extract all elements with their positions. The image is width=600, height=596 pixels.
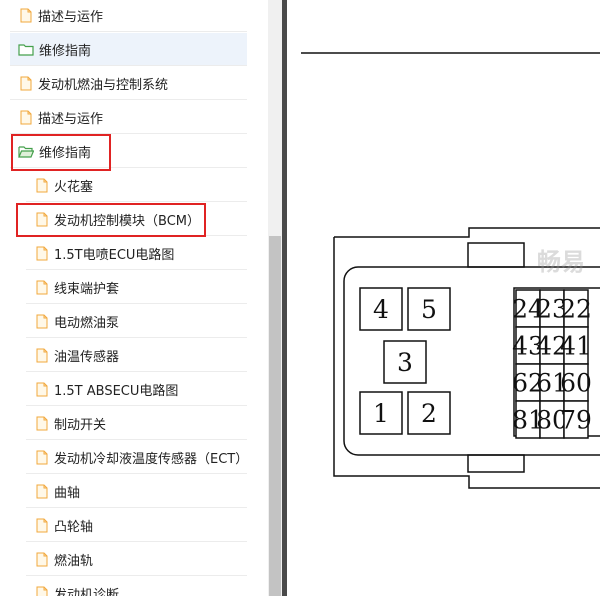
scrollbar-thumb[interactable] xyxy=(269,236,281,596)
pin-grid: 242322434241626160818079 xyxy=(512,289,592,439)
highlight-box-maintenance-guide xyxy=(11,134,111,171)
highlight-box-bcm xyxy=(16,203,206,237)
tree-item-label: 发动机冷却液温度传感器（ECT） xyxy=(54,451,249,467)
tree-item-label: 油温传感器 xyxy=(54,349,120,365)
tree-item[interactable]: 制动开关 xyxy=(26,407,247,440)
tree-item-label: 发动机诊断 xyxy=(54,587,120,596)
file-icon xyxy=(36,280,48,294)
tree-item-label: 火花塞 xyxy=(54,179,94,195)
file-icon xyxy=(36,450,48,464)
tree-item-label: 曲轴 xyxy=(54,485,81,501)
watermark: 畅易 xyxy=(537,248,585,276)
file-icon xyxy=(36,314,48,328)
tree-item-label: 1.5T电喷ECU电路图 xyxy=(54,247,175,263)
tree-item[interactable]: 发动机诊断 xyxy=(26,577,247,596)
connector-pin: 60 xyxy=(560,363,592,402)
tree-item[interactable]: 凸轮轴 xyxy=(26,509,247,542)
connector-diagram: 4 531 2 242322434241626160818079 畅易 xyxy=(301,52,600,489)
tree-item-label: 维修指南 xyxy=(39,43,92,59)
pin-number: 2 xyxy=(421,399,437,428)
tree-item[interactable]: 1.5T ABSECU电路图 xyxy=(26,373,247,406)
tree-item[interactable]: 曲轴 xyxy=(26,475,247,508)
file-icon xyxy=(36,586,48,596)
tree-item[interactable]: 线束端护套 xyxy=(26,271,247,304)
file-icon xyxy=(36,552,48,566)
pin-number: 1 xyxy=(373,399,389,428)
latch-top xyxy=(467,242,525,268)
file-icon xyxy=(20,76,32,90)
navigation-tree[interactable]: 描述与运作 维修指南 发动机燃油与控制系统 描述与运作 维修指南 火花塞 发动机控制模块（B… xyxy=(0,0,268,596)
tree-item-label: 描述与运作 xyxy=(38,9,104,25)
file-icon xyxy=(36,246,48,260)
pin-number: 41 xyxy=(560,332,592,361)
file-icon xyxy=(36,518,48,532)
tree-item[interactable]: 油温传感器 xyxy=(26,339,247,372)
file-icon xyxy=(36,484,48,498)
small-pin-group: 4 531 2 xyxy=(359,287,451,435)
file-icon xyxy=(20,8,32,22)
tree-item[interactable]: 1.5T电喷ECU电路图 xyxy=(26,237,247,270)
tree-item[interactable]: 描述与运作 xyxy=(10,101,247,134)
connector-pin: 79 xyxy=(560,400,592,439)
file-icon xyxy=(36,382,48,396)
tree-item[interactable]: 发动机燃油与控制系统 xyxy=(10,67,247,100)
tree-item-label: 发动机燃油与控制系统 xyxy=(38,77,169,93)
tree-item[interactable]: 燃油轨 xyxy=(26,543,247,576)
tree-item-label: 制动开关 xyxy=(54,417,107,433)
tree-item[interactable]: 火花塞 xyxy=(26,169,247,202)
pin-number: 3 xyxy=(397,348,413,377)
tree-item-label: 燃油轨 xyxy=(54,553,94,569)
file-icon xyxy=(20,110,32,124)
tree-item-label: 凸轮轴 xyxy=(54,519,94,535)
tree-item-label: 描述与运作 xyxy=(38,111,104,127)
connector-pin: 22 xyxy=(560,289,592,328)
file-icon xyxy=(36,416,48,430)
connector-pin: 2 xyxy=(407,391,451,435)
pin-number: 60 xyxy=(560,369,592,398)
tree-item[interactable]: 维修指南 xyxy=(10,33,247,66)
connector-pin: 5 xyxy=(407,287,451,331)
connector-pin: 3 xyxy=(383,340,427,384)
latch-bottom xyxy=(467,454,525,473)
folder-icon xyxy=(18,43,34,56)
connector-pin: 41 xyxy=(560,326,592,365)
tree-item[interactable]: 发动机冷却液温度传感器（ECT） xyxy=(26,441,249,474)
tree-item-label: 1.5T ABSECU电路图 xyxy=(54,383,179,399)
tree-item[interactable]: 电动燃油泵 xyxy=(26,305,247,338)
pin-number: 4 xyxy=(373,295,389,324)
pin-number: 79 xyxy=(560,406,592,435)
file-icon xyxy=(36,178,48,192)
connector-pin: 1 xyxy=(359,391,403,435)
tree-item-label: 线束端护套 xyxy=(54,281,120,297)
pin-number: 5 xyxy=(421,295,437,324)
tree-item-label: 电动燃油泵 xyxy=(54,315,120,331)
connector-outline-top xyxy=(334,227,600,238)
pin-number: 22 xyxy=(560,295,592,324)
document-viewer: 4 531 2 24 23 22 43 42 41 62 61 60 81 80 79 畅易 xyxy=(287,0,600,596)
tree-item[interactable]: 描述与运作 xyxy=(10,0,247,32)
connector-pin: 4 xyxy=(359,287,403,331)
file-icon xyxy=(36,348,48,362)
watermark-text: 畅易 xyxy=(537,248,585,276)
